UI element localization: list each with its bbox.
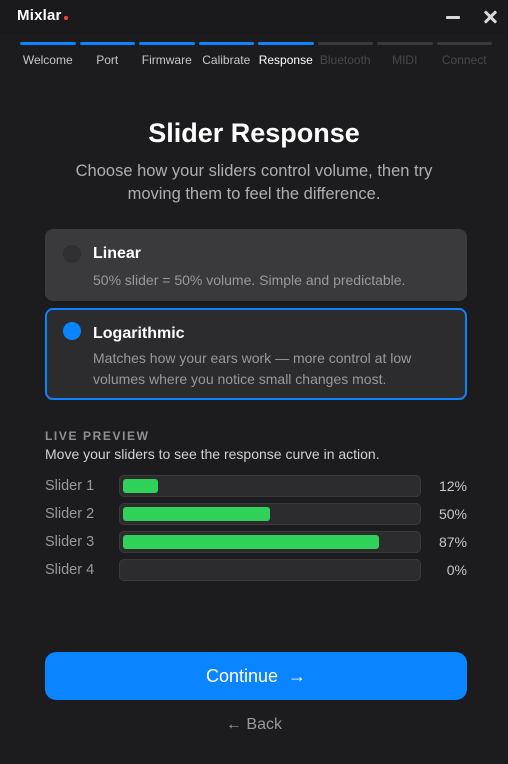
option-logarithmic[interactable]: Logarithmic Matches how your ears work —… bbox=[45, 308, 467, 400]
slider-row: Slider 1 12% bbox=[45, 475, 467, 499]
app-name: Mixlar bbox=[17, 7, 62, 24]
setup-window: Mixlar Welcome Port Firmware Calibrate R… bbox=[0, 0, 508, 764]
back-link[interactable]: ← Back bbox=[0, 716, 508, 734]
option-title: Linear bbox=[93, 245, 142, 262]
page-subtitle: Choose how your sliders control volume, … bbox=[75, 162, 433, 203]
slider-percent: 0% bbox=[446, 562, 467, 578]
minimize-icon bbox=[446, 15, 460, 19]
step-label: Welcome bbox=[22, 53, 73, 67]
title-bar[interactable]: Mixlar bbox=[0, 0, 508, 34]
step-calibrate[interactable]: Calibrate bbox=[198, 42, 254, 72]
step-label: Connect bbox=[441, 53, 487, 67]
slider-row: Slider 2 50% bbox=[45, 503, 467, 527]
step-bar bbox=[377, 42, 433, 45]
slider-fill bbox=[123, 507, 270, 521]
preview-section-label: LIVE PREVIEW bbox=[45, 429, 150, 443]
slider-percent: 12% bbox=[438, 478, 467, 494]
slider-track bbox=[119, 531, 421, 553]
step-bar bbox=[317, 42, 373, 45]
slider-name: Slider 1 bbox=[45, 478, 95, 494]
step-firmware[interactable]: Firmware bbox=[139, 42, 195, 72]
continue-button[interactable]: Continue → bbox=[45, 652, 467, 700]
slider-name: Slider 4 bbox=[45, 562, 95, 578]
preview-description: Move your sliders to see the response cu… bbox=[45, 446, 380, 462]
step-bar bbox=[79, 42, 135, 45]
slider-percent: 50% bbox=[438, 506, 467, 522]
radio-selected-icon[interactable] bbox=[63, 322, 81, 340]
back-label[interactable]: ← Back bbox=[226, 716, 282, 733]
arrow-right-icon: → bbox=[288, 665, 307, 686]
radio-unselected-icon[interactable] bbox=[63, 245, 81, 263]
option-description: 50% slider = 50% volume. Simple and pred… bbox=[93, 272, 406, 288]
slider-row: Slider 4 0% bbox=[45, 559, 467, 583]
step-label: MIDI bbox=[392, 53, 418, 67]
slider-name: Slider 2 bbox=[45, 506, 95, 522]
step-label: Port bbox=[96, 53, 119, 67]
slider-track bbox=[119, 475, 421, 497]
logo-dot bbox=[63, 16, 68, 20]
step-bar bbox=[139, 42, 195, 45]
step-bar bbox=[258, 42, 314, 45]
option-title: Logarithmic bbox=[93, 325, 185, 342]
option-description: Matches how your ears work — more contro… bbox=[93, 350, 412, 387]
step-label: Firmware bbox=[141, 53, 192, 67]
slider-percent: 87% bbox=[438, 534, 467, 550]
step-label: Bluetooth bbox=[319, 53, 371, 67]
option-linear[interactable]: Linear 50% slider = 50% volume. Simple a… bbox=[45, 229, 467, 301]
step-label: Response bbox=[258, 53, 313, 67]
close-icon bbox=[483, 10, 497, 24]
step-bluetooth: Bluetooth bbox=[317, 42, 373, 72]
step-connect: Connect bbox=[436, 42, 492, 72]
step-response[interactable]: Response bbox=[258, 42, 314, 72]
step-bar bbox=[436, 42, 492, 45]
step-progress: Welcome Port Firmware Calibrate Response… bbox=[20, 42, 492, 72]
slider-track bbox=[119, 503, 421, 525]
page-title: Slider Response bbox=[148, 118, 360, 148]
slider-track bbox=[119, 559, 421, 581]
continue-label: Continue bbox=[205, 665, 279, 686]
slider-name: Slider 3 bbox=[45, 534, 95, 550]
slider-fill bbox=[123, 479, 159, 493]
step-welcome[interactable]: Welcome bbox=[20, 42, 76, 72]
step-label: Calibrate bbox=[202, 53, 251, 67]
step-bar bbox=[20, 42, 76, 45]
step-midi: MIDI bbox=[377, 42, 433, 72]
step-bar bbox=[198, 42, 254, 45]
slider-fill bbox=[123, 535, 379, 549]
app-logo: Mixlar bbox=[17, 7, 68, 24]
close-button[interactable] bbox=[477, 4, 503, 30]
slider-row: Slider 3 87% bbox=[45, 531, 467, 555]
minimize-button[interactable] bbox=[440, 4, 466, 30]
step-port[interactable]: Port bbox=[79, 42, 135, 72]
